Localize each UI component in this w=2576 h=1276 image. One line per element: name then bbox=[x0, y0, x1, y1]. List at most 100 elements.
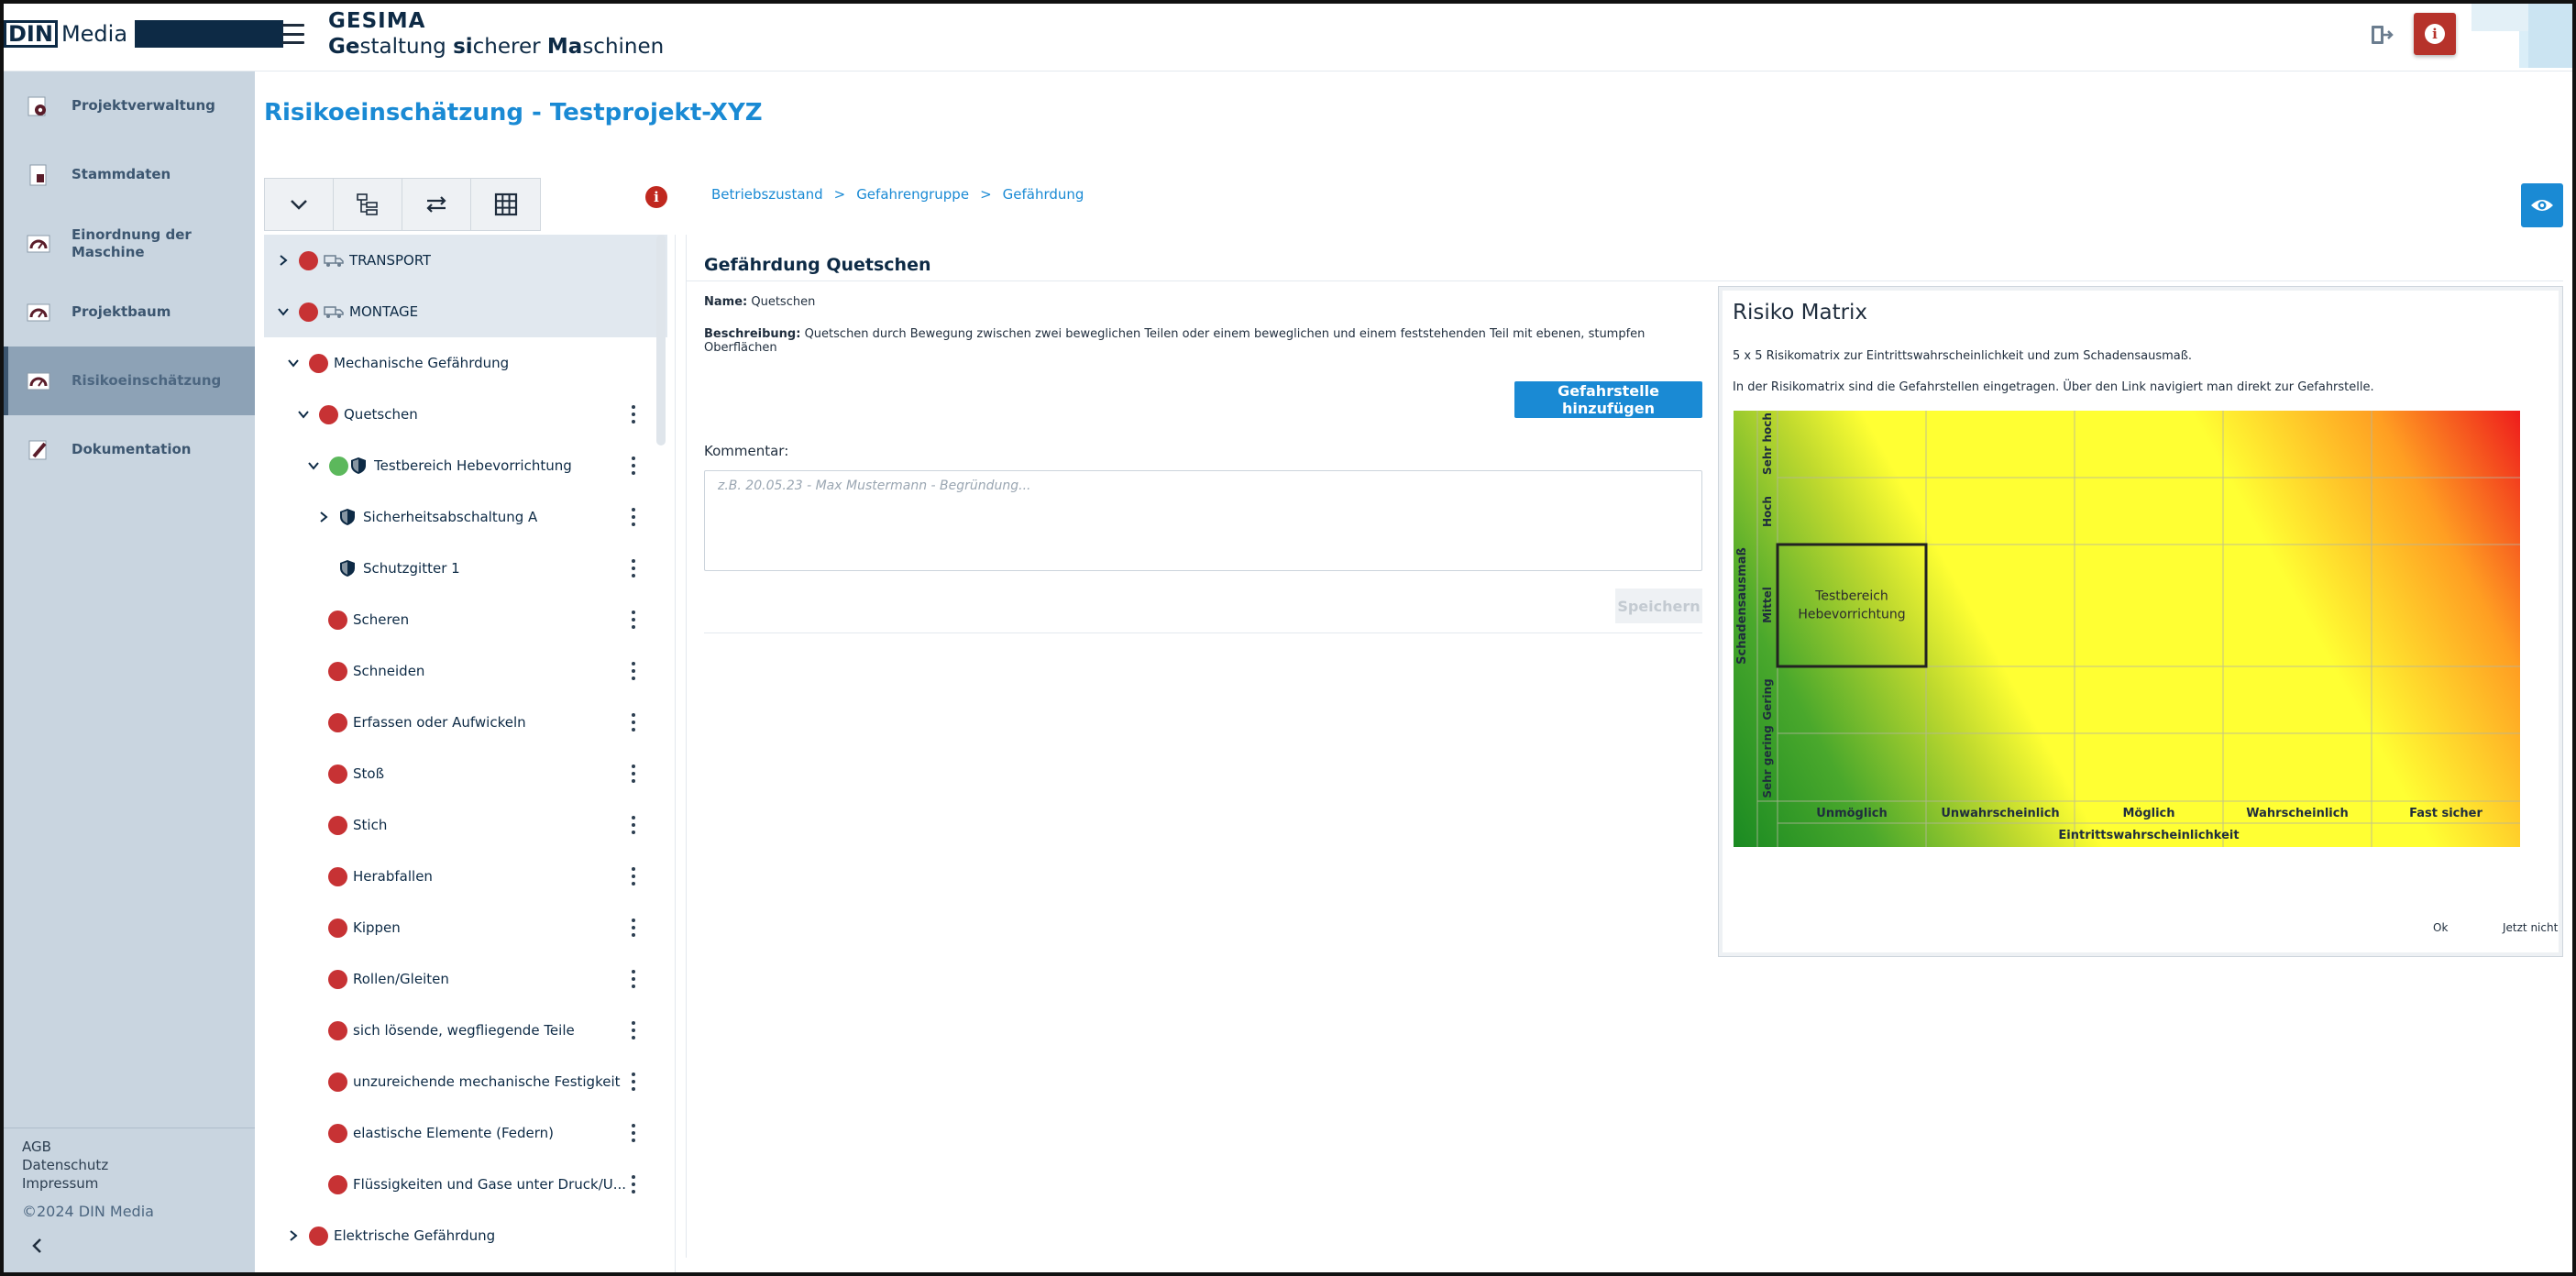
collapse-sidebar-icon[interactable] bbox=[28, 1236, 48, 1256]
tree-row-quetschen[interactable]: Quetschen bbox=[264, 389, 667, 440]
row-menu-icon[interactable] bbox=[631, 764, 636, 783]
tree-row-rollen-gleiten[interactable]: Rollen/Gleiten bbox=[264, 953, 667, 1005]
tree-row-transport[interactable]: TRANSPORT bbox=[264, 235, 667, 286]
risk-status-dot bbox=[328, 969, 347, 989]
add-hazard-point-button[interactable]: Gefahrstelle hinzufügen bbox=[1514, 381, 1702, 418]
tree-row-herabfallen[interactable]: Herabfallen bbox=[264, 851, 667, 902]
risk-status-dot bbox=[328, 866, 347, 886]
risk-status-dot bbox=[299, 250, 318, 270]
ok-link[interactable]: Ok bbox=[2433, 921, 2448, 934]
row-menu-icon[interactable] bbox=[631, 816, 636, 834]
chevron-right-icon[interactable] bbox=[277, 254, 290, 267]
swap-button[interactable] bbox=[402, 179, 471, 230]
tree-row-sicherheitsabschaltung-a[interactable]: Sicherheitsabschaltung A bbox=[264, 491, 667, 543]
tree-structure-icon bbox=[357, 193, 378, 215]
view-toggle-button[interactable] bbox=[2521, 183, 2563, 227]
save-button[interactable]: Speichern bbox=[1615, 588, 1702, 623]
tree-row-testbereich-hebevorrichtung[interactable]: Testbereich Hebevorrichtung bbox=[264, 440, 667, 491]
row-menu-icon[interactable] bbox=[631, 1021, 636, 1040]
tree-row-label: Herabfallen bbox=[353, 868, 433, 885]
chevron-down-icon[interactable] bbox=[287, 357, 300, 369]
row-menu-icon[interactable] bbox=[631, 456, 636, 475]
matrix-gradient bbox=[1734, 411, 2520, 847]
tree-view-button[interactable] bbox=[334, 179, 402, 230]
tree-row-label: TRANSPORT bbox=[349, 252, 432, 269]
row-menu-icon[interactable] bbox=[631, 610, 636, 629]
sidebar-item-stammdaten[interactable]: Stammdaten bbox=[4, 140, 255, 209]
y-axis-title: Schadensausmaß bbox=[1735, 547, 1749, 665]
row-menu-icon[interactable] bbox=[631, 1072, 636, 1091]
chevron-down-icon[interactable] bbox=[277, 305, 290, 318]
chevron-right-icon[interactable] bbox=[317, 511, 330, 523]
tree-row-elektrische-gefaehrdung[interactable]: Elektrische Gefährdung bbox=[264, 1210, 667, 1261]
chevron-right-icon[interactable] bbox=[287, 1229, 300, 1242]
hamburger-menu-icon[interactable] bbox=[282, 24, 304, 44]
status-ok-dot bbox=[329, 456, 348, 476]
risk-status-dot bbox=[328, 815, 347, 835]
row-menu-icon[interactable] bbox=[631, 405, 636, 424]
tree-row-federn[interactable]: elastische Elemente (Federn) bbox=[264, 1107, 667, 1159]
sidebar-item-einordnung[interactable]: Einordnung der Maschine bbox=[4, 209, 255, 278]
info-button[interactable]: i bbox=[2414, 13, 2456, 55]
row-menu-icon[interactable] bbox=[631, 918, 636, 937]
y-level-mittel: Mittel bbox=[1761, 587, 1774, 623]
row-menu-icon[interactable] bbox=[631, 662, 636, 680]
row-menu-icon[interactable] bbox=[631, 970, 636, 988]
logo-bar bbox=[135, 20, 284, 48]
tree-row-montage[interactable]: MONTAGE bbox=[264, 286, 667, 337]
not-now-link[interactable]: Jetzt nicht bbox=[2503, 921, 2558, 934]
din-media-logo[interactable]: DIN Media bbox=[4, 20, 284, 48]
shield-icon bbox=[340, 509, 355, 525]
logo-din: DIN bbox=[4, 20, 58, 48]
sidebar-item-projektverwaltung[interactable]: Projektverwaltung bbox=[4, 72, 255, 140]
sidebar-item-risikoeinschaetzung[interactable]: Risikoeinschätzung bbox=[4, 346, 255, 415]
tree-row-schutzgitter-1[interactable]: Schutzgitter 1 bbox=[264, 543, 667, 594]
row-menu-icon[interactable] bbox=[631, 1124, 636, 1142]
tree-scrollbar[interactable] bbox=[656, 235, 666, 446]
chevron-down-icon[interactable] bbox=[307, 459, 320, 472]
impressum-link[interactable]: Impressum bbox=[22, 1174, 108, 1193]
breadcrumb-betriebszustand[interactable]: Betriebszustand bbox=[711, 186, 823, 203]
tree-row-wegfliegende-teile[interactable]: sich lösende, wegfliegende Teile bbox=[264, 1005, 667, 1056]
tree-row-erfassen[interactable]: Erfassen oder Aufwickeln bbox=[264, 697, 667, 748]
sidebar-item-projektbaum[interactable]: Projektbaum bbox=[4, 278, 255, 346]
pen-icon bbox=[26, 437, 51, 463]
risk-status-dot bbox=[309, 353, 328, 373]
row-menu-icon[interactable] bbox=[631, 713, 636, 732]
tree-row-fluessigkeiten[interactable]: Flüssigkeiten und Gase unter Druck/U... bbox=[264, 1159, 667, 1210]
tree-row-stich[interactable]: Stich bbox=[264, 799, 667, 851]
y-level-hoch: Hoch bbox=[1761, 496, 1774, 527]
tree-row-schneiden[interactable]: Schneiden bbox=[264, 645, 667, 697]
gauge-icon bbox=[26, 300, 51, 325]
agb-link[interactable]: AGB bbox=[22, 1138, 108, 1156]
tree-row-kippen[interactable]: Kippen bbox=[264, 902, 667, 953]
row-menu-icon[interactable] bbox=[631, 508, 636, 526]
matrix-view-button[interactable] bbox=[471, 179, 540, 230]
tree-row-label: Schutzgitter 1 bbox=[363, 560, 460, 577]
row-menu-icon[interactable] bbox=[631, 867, 636, 886]
comment-input[interactable] bbox=[704, 470, 1702, 571]
tree-row-mechanische-gefaehrdung[interactable]: Mechanische Gefährdung bbox=[264, 337, 667, 389]
footer-links: AGB Datenschutz Impressum bbox=[22, 1138, 108, 1193]
marker-label[interactable]: Testbereich bbox=[1814, 589, 1888, 604]
row-menu-icon[interactable] bbox=[631, 1175, 636, 1194]
hazard-title: Gefährdung Quetschen bbox=[704, 255, 931, 275]
tree-row-stoss[interactable]: Stoß bbox=[264, 748, 667, 799]
warning-info-icon[interactable]: i bbox=[645, 186, 667, 208]
tree-row-festigkeit[interactable]: unzureichende mechanische Festigkeit bbox=[264, 1056, 667, 1107]
sidebar-item-dokumentation[interactable]: Dokumentation bbox=[4, 415, 255, 484]
breadcrumb-gefahrengruppe[interactable]: Gefahrengruppe bbox=[856, 186, 969, 203]
expand-all-button[interactable] bbox=[265, 179, 334, 230]
marker-label[interactable]: Hebevorrichtung bbox=[1798, 608, 1905, 622]
tree-row-scheren[interactable]: Scheren bbox=[264, 594, 667, 645]
datenschutz-link[interactable]: Datenschutz bbox=[22, 1156, 108, 1174]
chevron-down-icon bbox=[291, 200, 307, 210]
tree-row-label: Stich bbox=[353, 817, 388, 833]
chevron-down-icon[interactable] bbox=[297, 408, 310, 421]
row-menu-icon[interactable] bbox=[631, 559, 636, 578]
x-axis-title: Eintrittswahrscheinlichkeit bbox=[2058, 829, 2239, 842]
breadcrumb-gefaehrdung[interactable]: Gefährdung bbox=[1003, 186, 1084, 203]
logout-icon[interactable] bbox=[2369, 22, 2394, 48]
tree-row-label: MONTAGE bbox=[349, 303, 419, 320]
sidebar: Projektverwaltung Stammdaten Einordnung … bbox=[4, 72, 255, 1272]
